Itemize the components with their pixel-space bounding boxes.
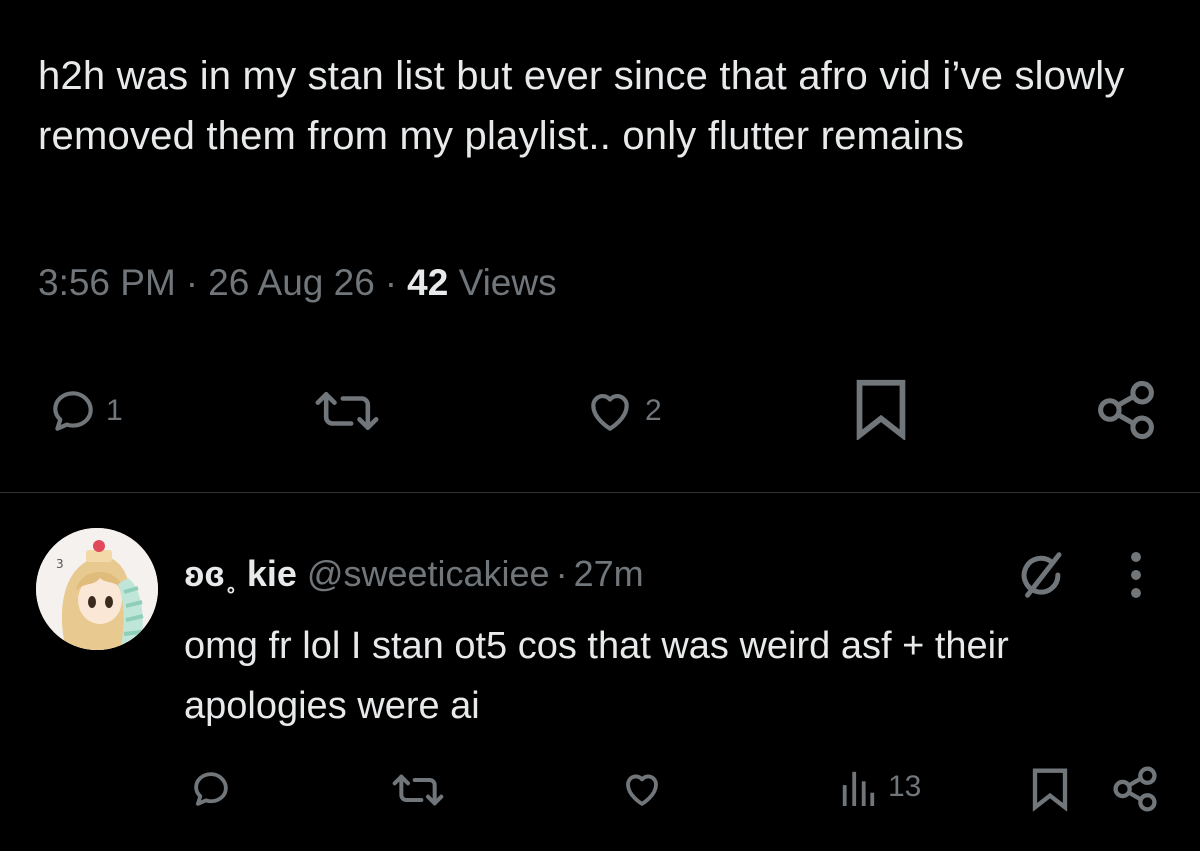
- reply-header: ʚɞ˳ kie @sweeticakiee · 27m: [184, 553, 644, 595]
- reply-button[interactable]: 1: [48, 386, 123, 436]
- views-icon: [842, 771, 875, 806]
- svg-text:3: 3: [56, 557, 64, 571]
- views-count: 42: [407, 262, 449, 303]
- tweet-time[interactable]: 3:56 PM: [38, 262, 176, 303]
- reply-icon: [194, 772, 228, 806]
- reply-bookmark-button[interactable]: [1030, 766, 1070, 812]
- meta-dot: ·: [384, 262, 398, 303]
- reply-time[interactable]: 27m: [574, 553, 644, 594]
- reply-text: omg fr lol I stan ot5 cos that was weird…: [184, 625, 1009, 727]
- more-icon: [1131, 552, 1141, 598]
- tweet-text: h2h was in my stan list but ever since t…: [38, 54, 1125, 158]
- like-icon: [626, 774, 658, 806]
- tweet-date[interactable]: 26 Aug 26: [208, 262, 375, 303]
- reply-count: 1: [106, 394, 123, 427]
- avatar-image: 3: [36, 528, 158, 650]
- views-label: Views: [458, 262, 557, 303]
- reply-share-button[interactable]: [1112, 766, 1158, 812]
- reply-reply-button[interactable]: [190, 768, 232, 810]
- like-count: 2: [645, 394, 662, 427]
- share-button[interactable]: [1095, 380, 1157, 440]
- bookmark-icon: [1032, 768, 1068, 812]
- like-icon: [591, 394, 629, 431]
- header-dot: ·: [555, 553, 568, 594]
- reply-views-count: 13: [888, 770, 922, 803]
- like-button[interactable]: 2: [583, 386, 662, 436]
- retweet-button[interactable]: [308, 386, 386, 436]
- reply-display-name[interactable]: ʚɞ˳ kie: [184, 553, 297, 594]
- reply-icon: [53, 391, 93, 431]
- reply-like-button[interactable]: [620, 768, 664, 810]
- bookmark-button[interactable]: [852, 378, 910, 440]
- tweet-meta: 3:56 PM · 26 Aug 26 · 42 Views: [38, 262, 557, 304]
- avatar[interactable]: 3: [36, 528, 158, 650]
- retweet-icon: [392, 774, 444, 806]
- grok-button[interactable]: [1014, 548, 1068, 607]
- share-icon: [1113, 766, 1157, 812]
- reply-views-button[interactable]: 13: [840, 768, 921, 806]
- grok-icon: [1021, 552, 1062, 598]
- more-button[interactable]: [1124, 548, 1148, 607]
- reply-retweet-button[interactable]: [388, 770, 448, 810]
- share-icon: [1098, 380, 1154, 440]
- bookmark-icon: [856, 379, 906, 440]
- reply-handle[interactable]: @sweeticakiee: [307, 553, 550, 594]
- meta-dot: ·: [185, 262, 199, 303]
- retweet-icon: [315, 392, 379, 430]
- divider: [0, 492, 1200, 493]
